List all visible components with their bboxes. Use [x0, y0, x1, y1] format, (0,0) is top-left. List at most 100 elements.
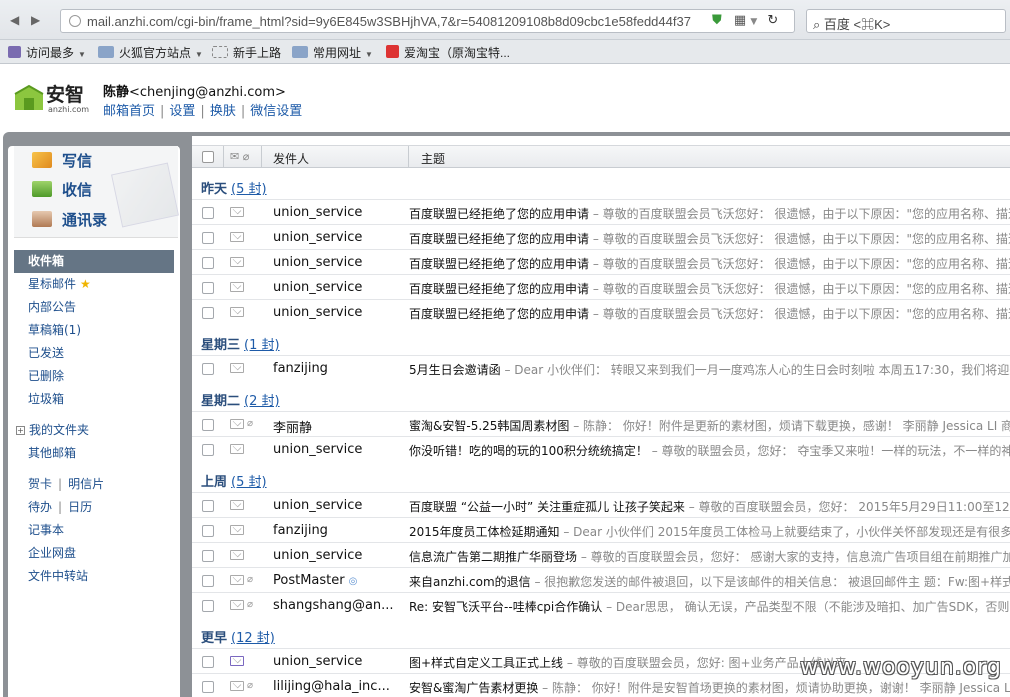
link-calendar[interactable]: 日历: [68, 500, 92, 514]
link-notes[interactable]: 记事本: [14, 519, 174, 542]
mail-sender[interactable]: union_service: [273, 442, 362, 457]
mail-checkbox[interactable]: [202, 500, 214, 512]
link-postcard[interactable]: 明信片: [68, 477, 104, 491]
mail-checkbox[interactable]: [202, 257, 214, 269]
chevron-down-icon[interactable]: ▼: [750, 17, 757, 27]
mail-subject[interactable]: 蜜淘&安智-5.25韩国周素材图 – 陈静： 你好！附件是更新的素材图，烦请下载…: [409, 417, 1010, 434]
shield-icon[interactable]: ⛊: [712, 13, 722, 28]
mail-sender[interactable]: union_service: [273, 548, 362, 563]
mail-checkbox[interactable]: [202, 656, 214, 668]
folder-spam[interactable]: 垃圾箱: [14, 388, 174, 411]
select-all-checkbox[interactable]: [202, 151, 214, 163]
mail-subject[interactable]: 你没听错！吃的喝的玩的100积分统统搞定！ – 尊敬的联盟会员，您好： 夺宝季又…: [409, 442, 1010, 459]
mail-checkbox[interactable]: [202, 525, 214, 537]
mail-checkbox[interactable]: [202, 575, 214, 587]
folder-deleted[interactable]: 已删除: [14, 365, 174, 388]
write-button[interactable]: 写信: [32, 150, 92, 171]
mail-subject[interactable]: 安智&蜜淘广告素材更换 – 陈静： 你好！附件是安智首场更换的素材图，烦请协助更…: [409, 679, 1010, 696]
bookmark-common-urls[interactable]: 常用网址 ▼: [292, 44, 373, 61]
mail-sender[interactable]: PostMaster ◎: [273, 573, 357, 588]
mail-sender[interactable]: union_service: [273, 255, 362, 270]
search-bar[interactable]: ⌕ 百度 <⌘K>: [806, 9, 1006, 33]
folder-starred[interactable]: 星标邮件 ★: [14, 273, 174, 296]
folder-other-mailboxes[interactable]: 其他邮箱: [14, 442, 174, 465]
mail-row[interactable]: ⌀ 李丽静 蜜淘&安智-5.25韩国周素材图 – 陈静： 你好！附件是更新的素材图，…: [192, 411, 1010, 436]
column-subject[interactable]: 主题: [421, 150, 445, 167]
mail-subject[interactable]: 2015年度员工体检延期通知 – Dear 小伙伴们 2015年度员工体检马上就…: [409, 523, 1010, 540]
link-greeting-card[interactable]: 贺卡: [28, 477, 52, 491]
folder-drafts[interactable]: 草稿箱(1): [14, 319, 174, 342]
bookmark-getting-started[interactable]: 新手上路: [212, 44, 281, 61]
mail-row[interactable]: union_service 百度联盟已经拒绝了您的应用申请 – 尊敬的百度联盟会员…: [192, 199, 1010, 224]
address-bar[interactable]: mail.anzhi.com/cgi-bin/frame_html?sid=9y…: [60, 9, 795, 33]
mail-row[interactable]: union_service 信息流广告第二期推广华丽登场 – 尊敬的百度联盟会员，…: [192, 542, 1010, 567]
link-settings[interactable]: 设置: [169, 104, 195, 119]
expand-icon[interactable]: +: [16, 426, 25, 435]
folder-sent[interactable]: 已发送: [14, 342, 174, 365]
group-count-link[interactable]: (5 封): [231, 182, 267, 197]
mail-sender[interactable]: union_service: [273, 230, 362, 245]
mail-sender[interactable]: lilijing@hala_inc...: [273, 679, 390, 694]
folder-internal[interactable]: 内部公告: [14, 296, 174, 319]
mail-row[interactable]: union_service 百度联盟已经拒绝了您的应用申请 – 尊敬的百度联盟会员…: [192, 224, 1010, 249]
mail-checkbox[interactable]: [202, 550, 214, 562]
mail-checkbox[interactable]: [202, 363, 214, 375]
link-mail-home[interactable]: 邮箱首页: [103, 104, 155, 119]
group-count-link[interactable]: (5 封): [231, 475, 267, 490]
mail-sender[interactable]: fanzijing: [273, 361, 328, 376]
group-count-link[interactable]: (2 封): [244, 394, 280, 409]
mail-sender[interactable]: union_service: [273, 280, 362, 295]
bookmark-firefox-site[interactable]: 火狐官方站点 ▼: [98, 44, 203, 61]
reload-icon[interactable]: ↻: [767, 13, 778, 28]
group-count-link[interactable]: (12 封): [231, 631, 275, 646]
mail-subject[interactable]: 百度联盟已经拒绝了您的应用申请 – 尊敬的百度联盟会员飞沃您好： 很遗憾，由于以…: [409, 255, 1010, 272]
mail-checkbox[interactable]: [202, 681, 214, 693]
mail-subject[interactable]: 图+样式自定义工具正式上线 – 尊敬的百度联盟会员，您好: 图+业务产品上线以来: [409, 654, 847, 671]
mail-row[interactable]: union_service 百度联盟已经拒绝了您的应用申请 – 尊敬的百度联盟会员…: [192, 249, 1010, 274]
mail-subject[interactable]: 百度联盟 “公益一小时” 关注重症孤儿 让孩子笑起来 – 尊敬的百度联盟会员，您…: [409, 498, 1010, 515]
mail-checkbox[interactable]: [202, 419, 214, 431]
mail-row[interactable]: ⌀ shangshang@an... Re: 安智飞沃平台--哇棒cpi合作确认 –…: [192, 592, 1010, 617]
folder-my-folders[interactable]: + 我的文件夹: [14, 419, 174, 442]
mail-checkbox[interactable]: [202, 232, 214, 244]
mail-subject[interactable]: 百度联盟已经拒绝了您的应用申请 – 尊敬的百度联盟会员飞沃您好： 很遗憾，由于以…: [409, 205, 1010, 222]
mail-checkbox[interactable]: [202, 444, 214, 456]
mail-subject[interactable]: 百度联盟已经拒绝了您的应用申请 – 尊敬的百度联盟会员飞沃您好： 很遗憾，由于以…: [409, 280, 1010, 297]
mail-subject[interactable]: 来自anzhi.com的退信 – 很抱歉您发送的邮件被退回，以下是该邮件的相关信…: [409, 573, 1010, 590]
mail-subject[interactable]: 5月生日会邀请函 – Dear 小伙伴们： 转眼又来到我们一月一度鸡冻人心的生日…: [409, 361, 1010, 378]
bookmark-most-visited[interactable]: 访问最多 ▼: [8, 44, 86, 61]
mail-row[interactable]: union_service 你没听错！吃的喝的玩的100积分统统搞定！ – 尊敬的…: [192, 436, 1010, 461]
mail-subject[interactable]: 百度联盟已经拒绝了您的应用申请 – 尊敬的百度联盟会员飞沃您好： 很遗憾，由于以…: [409, 230, 1010, 247]
mail-checkbox[interactable]: [202, 207, 214, 219]
mail-row[interactable]: fanzijing 2015年度员工体检延期通知 – Dear 小伙伴们 2015…: [192, 517, 1010, 542]
folder-inbox[interactable]: 收件箱: [14, 250, 174, 273]
column-sender[interactable]: 发件人: [273, 150, 309, 167]
qr-code-icon[interactable]: ▦: [734, 13, 746, 28]
mail-row[interactable]: ⌀ PostMaster ◎ 来自anzhi.com的退信 – 很抱歉您发送的邮件被退…: [192, 567, 1010, 592]
link-file-transfer[interactable]: 文件中转站: [14, 565, 174, 588]
mail-sender[interactable]: fanzijing: [273, 523, 328, 538]
bookmark-aitaobao[interactable]: 爱淘宝（原淘宝特...: [386, 44, 510, 61]
link-skin[interactable]: 换肤: [210, 104, 236, 119]
mail-checkbox[interactable]: [202, 282, 214, 294]
mail-sender[interactable]: union_service: [273, 205, 362, 220]
mail-checkbox[interactable]: [202, 600, 214, 612]
mail-sender[interactable]: 李丽静: [273, 417, 312, 436]
link-todo[interactable]: 待办: [28, 500, 52, 514]
mail-sender[interactable]: union_service: [273, 498, 362, 513]
mail-subject[interactable]: 信息流广告第二期推广华丽登场 – 尊敬的百度联盟会员，您好： 感谢大家的支持，信…: [409, 548, 1010, 565]
link-wechat-settings[interactable]: 微信设置: [250, 104, 302, 119]
nav-icons[interactable]: ◀ ▶: [10, 13, 44, 27]
mail-row[interactable]: union_service 百度联盟已经拒绝了您的应用申请 – 尊敬的百度联盟会员…: [192, 274, 1010, 299]
mail-row[interactable]: fanzijing 5月生日会邀请函 – Dear 小伙伴们： 转眼又来到我们一月…: [192, 355, 1010, 380]
mail-sender[interactable]: shangshang@an...: [273, 598, 394, 613]
site-info-icon[interactable]: [69, 15, 81, 27]
link-netdisk[interactable]: 企业网盘: [14, 542, 174, 565]
mail-sender[interactable]: union_service: [273, 654, 362, 669]
contacts-button[interactable]: 通讯录: [32, 209, 107, 230]
mail-subject[interactable]: Re: 安智飞沃平台--哇棒cpi合作确认 – Dear思思， 确认无误，产品类…: [409, 598, 1009, 615]
group-count-link[interactable]: (1 封): [244, 338, 280, 353]
mail-checkbox[interactable]: [202, 307, 214, 319]
mail-row[interactable]: union_service 百度联盟已经拒绝了您的应用申请 – 尊敬的百度联盟会员…: [192, 299, 1010, 324]
receive-button[interactable]: 收信: [32, 179, 92, 200]
